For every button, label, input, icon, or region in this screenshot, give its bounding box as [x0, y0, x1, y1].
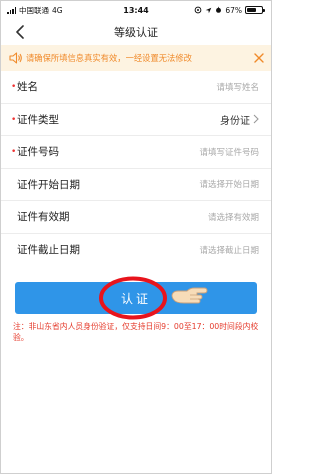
field-label: 姓名 [17, 81, 38, 94]
pointing-hand-icon [171, 287, 208, 304]
battery-percent: 67% [225, 5, 242, 15]
certification-form: • 姓名 请填写姓名 • 证件类型 身份证 • 证件号码 请填写证件号码 证件开… [1, 71, 271, 266]
required-mark: • [11, 114, 17, 125]
name-input[interactable]: 请填写姓名 [216, 81, 259, 93]
id-number-input[interactable]: 请填写证件号码 [199, 146, 259, 158]
status-bar: 中国联通 4G 13:44 67% [1, 1, 271, 19]
field-label: 证件开始日期 [17, 178, 80, 191]
start-date-field[interactable]: 证件开始日期 请选择开始日期 [1, 169, 271, 201]
navigation-arrow-icon [206, 7, 212, 13]
chevron-left-icon [16, 25, 24, 39]
speaker-icon [9, 52, 22, 64]
chevron-right-icon [253, 114, 259, 124]
back-button[interactable] [11, 23, 29, 41]
field-label: 证件截止日期 [17, 244, 80, 257]
end-date-picker[interactable]: 请选择截止日期 [199, 244, 259, 256]
notice-text: 请确保所填信息真实有效，一经设置无法修改 [26, 53, 192, 63]
start-date-picker[interactable]: 请选择开始日期 [199, 178, 259, 190]
id-type-field[interactable]: • 证件类型 身份证 [1, 104, 271, 136]
id-number-field[interactable]: • 证件号码 请填写证件号码 [1, 136, 271, 169]
network-label: 4G [52, 5, 63, 15]
field-label: 证件有效期 [17, 211, 70, 224]
page-title: 等级认证 [114, 26, 158, 39]
certify-button-label: 认证 [120, 291, 151, 306]
field-label: 证件类型 [17, 113, 59, 126]
certify-button[interactable]: 认证 [15, 282, 257, 314]
notice-banner: 请确保所填信息真实有效，一经设置无法修改 [1, 45, 271, 71]
footnote: 注：非山东省内人员身份验证，仅支持日间9：00至17：00时间段内校验。 [13, 322, 259, 342]
alarm-icon [216, 6, 222, 13]
required-mark: • [11, 82, 17, 92]
signal-icon [7, 7, 16, 14]
carrier-label: 中国联通 [19, 5, 49, 15]
location-icon [194, 6, 202, 14]
required-mark: • [11, 147, 17, 157]
validity-picker[interactable]: 请选择有效期 [208, 211, 259, 223]
id-type-select[interactable]: 身份证 [220, 112, 250, 127]
end-date-field[interactable]: 证件截止日期 请选择截止日期 [1, 234, 271, 267]
close-icon[interactable] [253, 52, 265, 64]
navigation-bar: 等级认证 [1, 21, 271, 43]
battery-icon [245, 6, 265, 14]
validity-field[interactable]: 证件有效期 请选择有效期 [1, 201, 271, 234]
clock: 13:44 [123, 5, 149, 15]
name-field[interactable]: • 姓名 请填写姓名 [1, 71, 271, 104]
field-label: 证件号码 [17, 146, 59, 159]
